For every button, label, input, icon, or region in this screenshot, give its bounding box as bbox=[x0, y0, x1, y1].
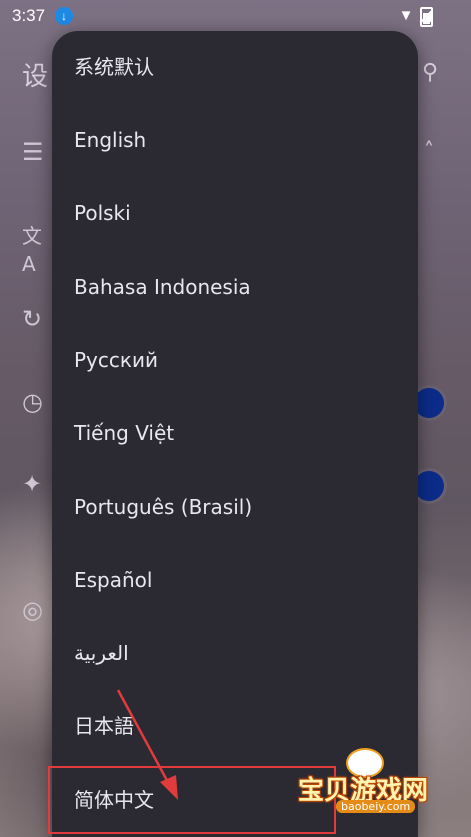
search-icon: ⚲ bbox=[422, 60, 439, 85]
menu-item-system-default[interactable]: 系统默认 bbox=[52, 31, 418, 103]
menu-item-vietnamese[interactable]: Tiếng Việt bbox=[52, 397, 418, 469]
menu-item-portuguese-brasil[interactable]: Português (Brasil) bbox=[52, 471, 418, 543]
menu-item-english[interactable]: English bbox=[52, 104, 418, 176]
wifi-icon: ▼ bbox=[398, 7, 420, 24]
download-icon: ↓ bbox=[55, 7, 73, 25]
chevron-up-icon: ˄ bbox=[424, 138, 434, 162]
status-time: 3:37 bbox=[12, 6, 46, 25]
language-menu: 系统默认 English Polski Bahasa Indonesia Рус… bbox=[52, 31, 418, 837]
battery-icon bbox=[420, 7, 433, 27]
translate-icon: 文A bbox=[22, 224, 42, 276]
status-bar: 3:37 ↓ ▼◢ bbox=[0, 0, 471, 32]
watermark-logo: 宝贝游戏网 baobeiy.com bbox=[288, 748, 438, 818]
refresh-icon: ↻ bbox=[22, 305, 43, 333]
toggle-switch[interactable] bbox=[414, 471, 444, 501]
history-icon: ◷ bbox=[22, 388, 43, 416]
page-title: 设 bbox=[22, 62, 49, 92]
menu-item-polski[interactable]: Polski bbox=[52, 177, 418, 249]
tune-icon: ☰ bbox=[22, 138, 44, 166]
menu-item-russian[interactable]: Русский bbox=[52, 324, 418, 396]
rings-icon: ◎ bbox=[22, 596, 43, 624]
toggle-switch[interactable] bbox=[414, 388, 444, 418]
sparkle-icon: ✦ bbox=[22, 470, 43, 498]
menu-item-espanol[interactable]: Español bbox=[52, 544, 418, 616]
menu-item-arabic[interactable]: العربية bbox=[52, 617, 418, 689]
menu-item-bahasa-indonesia[interactable]: Bahasa Indonesia bbox=[52, 251, 418, 323]
watermark-url: baobeiy.com bbox=[336, 800, 416, 813]
